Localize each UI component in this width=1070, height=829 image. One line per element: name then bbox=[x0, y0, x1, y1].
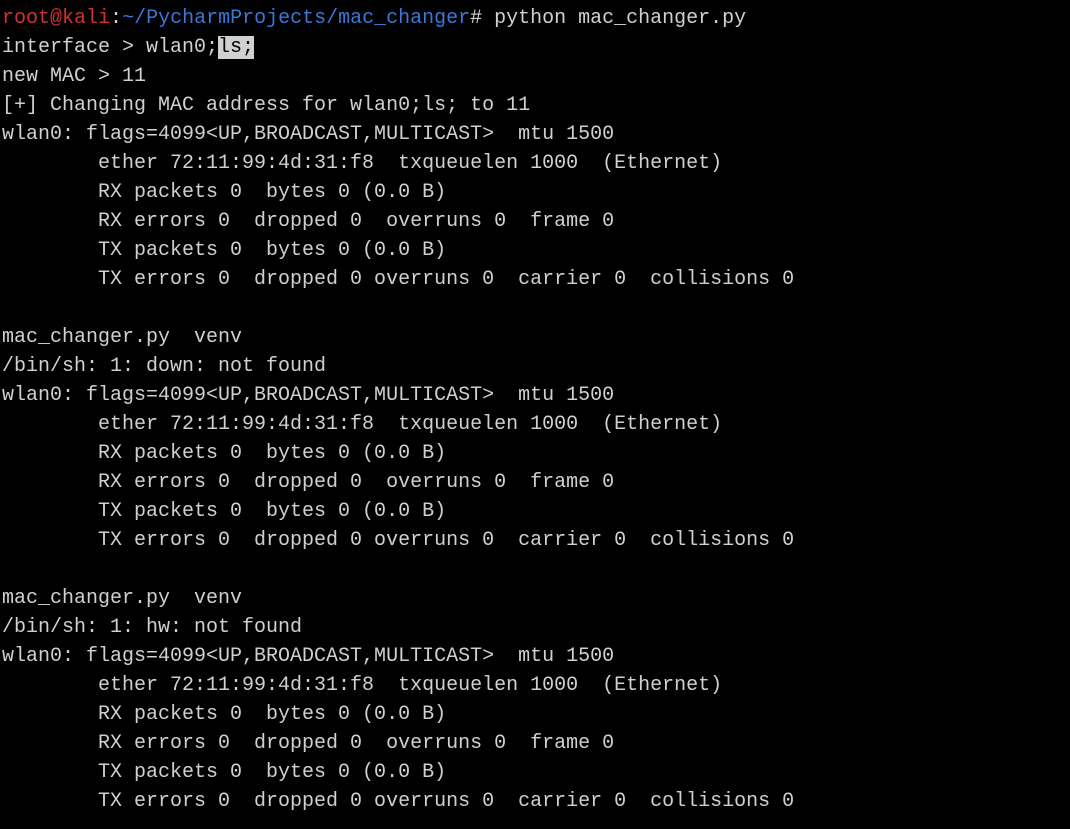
ls-output-1: mac_changer.py venv bbox=[2, 323, 1068, 352]
error-down: /bin/sh: 1: down: not found bbox=[2, 352, 1068, 381]
changing-message: [+] Changing MAC address for wlan0;ls; t… bbox=[2, 91, 1068, 120]
ifconfig-ether-2: ether 72:11:99:4d:31:f8 txqueuelen 1000 … bbox=[2, 410, 1068, 439]
prompt-host: kali bbox=[62, 7, 110, 30]
error-hw: /bin/sh: 1: hw: not found bbox=[2, 613, 1068, 642]
prompt-line: root@kali:~/PycharmProjects/mac_changer#… bbox=[2, 4, 1068, 33]
ifconfig-txpk-1: TX packets 0 bytes 0 (0.0 B) bbox=[2, 236, 1068, 265]
ifconfig-txer-1: TX errors 0 dropped 0 overruns 0 carrier… bbox=[2, 265, 1068, 294]
interface-input-line: interface > wlan0;ls; bbox=[2, 33, 1068, 62]
terminal-output[interactable]: root@kali:~/PycharmProjects/mac_changer#… bbox=[2, 4, 1068, 816]
ifconfig-txpk-3: TX packets 0 bytes 0 (0.0 B) bbox=[2, 758, 1068, 787]
interface-prefix: interface > wlan0; bbox=[2, 36, 218, 59]
ifconfig-rxpk-3: RX packets 0 bytes 0 (0.0 B) bbox=[2, 700, 1068, 729]
ifconfig-txer-2: TX errors 0 dropped 0 overruns 0 carrier… bbox=[2, 526, 1068, 555]
ifconfig-rxer-3: RX errors 0 dropped 0 overruns 0 frame 0 bbox=[2, 729, 1068, 758]
ifconfig-rxpk-1: RX packets 0 bytes 0 (0.0 B) bbox=[2, 178, 1068, 207]
ls-output-2: mac_changer.py venv bbox=[2, 584, 1068, 613]
prompt-at: @ bbox=[50, 7, 62, 30]
prompt-colon: : bbox=[110, 7, 122, 30]
ifconfig-ether-1: ether 72:11:99:4d:31:f8 txqueuelen 1000 … bbox=[2, 149, 1068, 178]
ifconfig-header-2: wlan0: flags=4099<UP,BROADCAST,MULTICAST… bbox=[2, 381, 1068, 410]
ifconfig-txer-3: TX errors 0 dropped 0 overruns 0 carrier… bbox=[2, 787, 1068, 816]
ifconfig-header-1: wlan0: flags=4099<UP,BROADCAST,MULTICAST… bbox=[2, 120, 1068, 149]
ifconfig-ether-3: ether 72:11:99:4d:31:f8 txqueuelen 1000 … bbox=[2, 671, 1068, 700]
ifconfig-header-3: wlan0: flags=4099<UP,BROADCAST,MULTICAST… bbox=[2, 642, 1068, 671]
text-selection: ls; bbox=[218, 36, 254, 59]
new-mac-input-line: new MAC > 11 bbox=[2, 62, 1068, 91]
command-text: python mac_changer.py bbox=[482, 7, 746, 30]
ifconfig-txpk-2: TX packets 0 bytes 0 (0.0 B) bbox=[2, 497, 1068, 526]
blank-line-1 bbox=[2, 294, 1068, 323]
blank-line-2 bbox=[2, 555, 1068, 584]
ifconfig-rxer-1: RX errors 0 dropped 0 overruns 0 frame 0 bbox=[2, 207, 1068, 236]
prompt-hash: # bbox=[470, 7, 482, 30]
prompt-user: root bbox=[2, 7, 50, 30]
ifconfig-rxer-2: RX errors 0 dropped 0 overruns 0 frame 0 bbox=[2, 468, 1068, 497]
ifconfig-rxpk-2: RX packets 0 bytes 0 (0.0 B) bbox=[2, 439, 1068, 468]
prompt-path: ~/PycharmProjects/mac_changer bbox=[122, 7, 470, 30]
